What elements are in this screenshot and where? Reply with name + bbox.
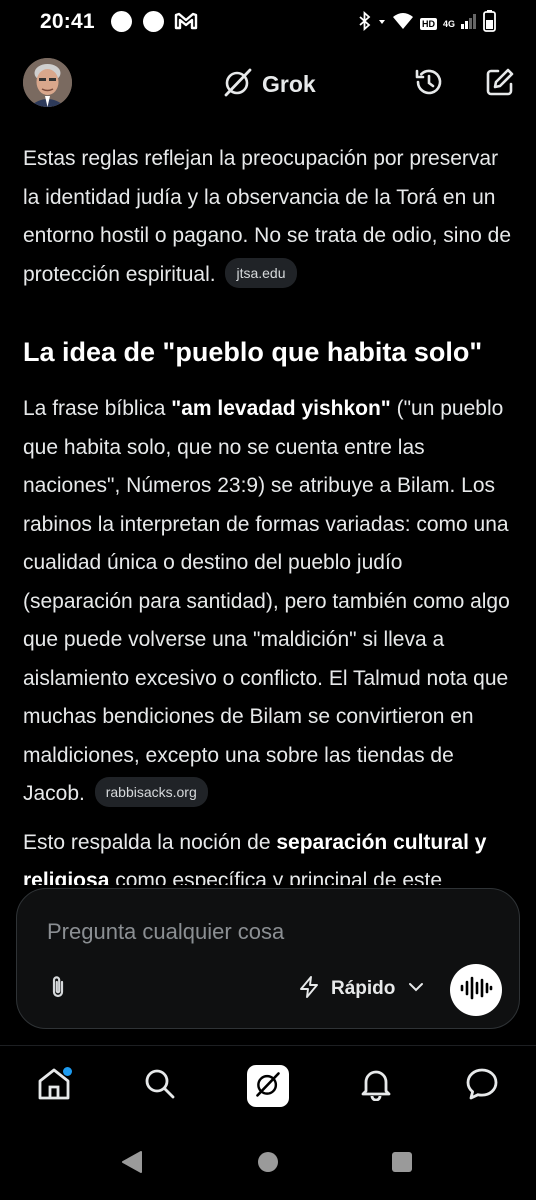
attach-button[interactable] [43, 974, 73, 1004]
notification-badge [63, 1067, 72, 1076]
voice-mode-button[interactable] [450, 964, 502, 1016]
citation-chip[interactable]: jtsa.edu [225, 257, 297, 288]
nav-home[interactable] [32, 1064, 76, 1108]
response-paragraph: La frase bíblica "am levadad yishkon" ("… [23, 390, 518, 814]
back-triangle-icon [121, 1150, 143, 1179]
paragraph-text: ("un pueblo que habita solo, que no se c… [23, 397, 510, 805]
response-paragraph: Esto respalda la noción de separación cu… [23, 824, 518, 886]
chat-response: Estas reglas reflejan la preocupación po… [23, 140, 518, 885]
data-arrows-icon [378, 13, 386, 34]
paperclip-icon [47, 974, 69, 1005]
nav-notifications[interactable] [354, 1064, 398, 1108]
bottom-nav [0, 1046, 536, 1126]
recents-button[interactable] [390, 1151, 414, 1178]
network-type: 4G [442, 18, 455, 29]
message-composer: Rápido [16, 888, 520, 1029]
bell-icon [360, 1067, 392, 1106]
response-paragraph: Estas reglas reflejan la preocupación po… [23, 140, 518, 294]
history-button[interactable] [411, 66, 447, 102]
citation-chip[interactable]: rabbisacks.org [94, 777, 208, 807]
nav-search[interactable] [138, 1064, 182, 1108]
gmail-icon [174, 11, 198, 36]
signal-icon [461, 13, 477, 34]
notification-dot-icon [111, 11, 132, 32]
recents-square-icon [391, 1151, 413, 1178]
new-chat-icon [484, 66, 516, 103]
app-name: Grok [262, 71, 316, 97]
back-button[interactable] [120, 1150, 144, 1179]
grok-chat-screen: 20:41 HD 4G Grok Estas reglas reflejan l… [0, 0, 536, 1200]
voice-waveform-icon [459, 975, 493, 1006]
search-icon [144, 1068, 176, 1105]
history-icon [413, 66, 445, 103]
status-time: 20:41 [40, 10, 95, 33]
nav-messages[interactable] [460, 1064, 504, 1108]
section-heading: La idea de "pueblo que habita solo" [23, 337, 483, 367]
app-header: Grok [0, 54, 536, 114]
paragraph-text: como específica y principal de este [109, 869, 443, 885]
nav-grok[interactable] [246, 1064, 290, 1108]
home-circle-icon [257, 1151, 279, 1178]
wifi-icon [392, 12, 414, 35]
bold-text: "am levadad yishkon" [171, 397, 391, 420]
new-chat-button[interactable] [482, 66, 518, 102]
mode-label: Rápido [331, 978, 396, 999]
paragraph-text: La frase bíblica [23, 397, 172, 420]
system-nav-bar [0, 1126, 536, 1200]
notification-dot-icon [143, 11, 164, 32]
lightning-icon [299, 975, 319, 1003]
home-button[interactable] [256, 1151, 280, 1178]
battery-icon [483, 10, 496, 37]
grok-logo-icon [222, 66, 254, 103]
chat-bubble-icon [465, 1067, 499, 1106]
brand: Grok [222, 66, 316, 103]
avatar[interactable] [23, 58, 72, 107]
mode-selector[interactable]: Rápido [299, 973, 425, 1005]
grok-logo-icon [254, 1070, 282, 1103]
hd-badge: HD [419, 17, 437, 30]
bluetooth-icon [358, 10, 372, 36]
grok-tile [247, 1065, 289, 1107]
paragraph-text: Esto respalda la noción de [23, 830, 277, 854]
status-bar: 20:41 HD 4G [0, 0, 536, 44]
status-right-icons: HD 4G [358, 10, 496, 37]
prompt-input[interactable] [47, 919, 477, 945]
chevron-down-icon [407, 980, 425, 998]
